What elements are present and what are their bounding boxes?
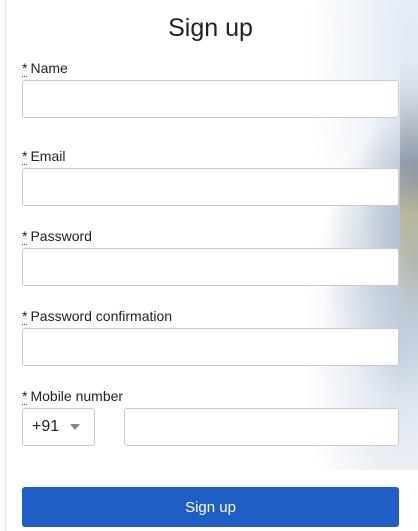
email-label: * Email: [22, 148, 66, 165]
name-label-text: Name: [30, 60, 68, 76]
background-decoration: [248, 0, 418, 470]
email-input[interactable]: [22, 168, 399, 206]
password-confirmation-label: * Password confirmation: [22, 308, 173, 325]
mobile-number-label: * Mobile number: [22, 388, 124, 405]
required-marker: *: [22, 60, 28, 77]
password-label: * Password: [22, 228, 92, 245]
password-confirmation-label-text: Password confirmation: [30, 308, 173, 324]
page-left-border: [0, 0, 6, 531]
mobile-number-input[interactable]: [124, 408, 399, 446]
chevron-down-icon: [70, 424, 80, 430]
password-input[interactable]: [22, 248, 399, 286]
required-marker: *: [22, 148, 28, 165]
page-title: Sign up: [168, 14, 253, 42]
required-marker: *: [22, 308, 28, 325]
required-marker: *: [22, 228, 28, 245]
required-marker: *: [22, 388, 28, 405]
country-code-select[interactable]: +91: [22, 408, 95, 446]
name-label: * Name: [22, 60, 68, 77]
password-label-text: Password: [30, 228, 92, 244]
sign-up-button[interactable]: Sign up: [22, 487, 399, 527]
country-code-value: +91: [32, 418, 60, 435]
mobile-number-label-text: Mobile number: [30, 388, 124, 404]
email-label-text: Email: [30, 148, 66, 164]
password-confirmation-input[interactable]: [22, 328, 399, 366]
name-input[interactable]: [22, 80, 399, 118]
